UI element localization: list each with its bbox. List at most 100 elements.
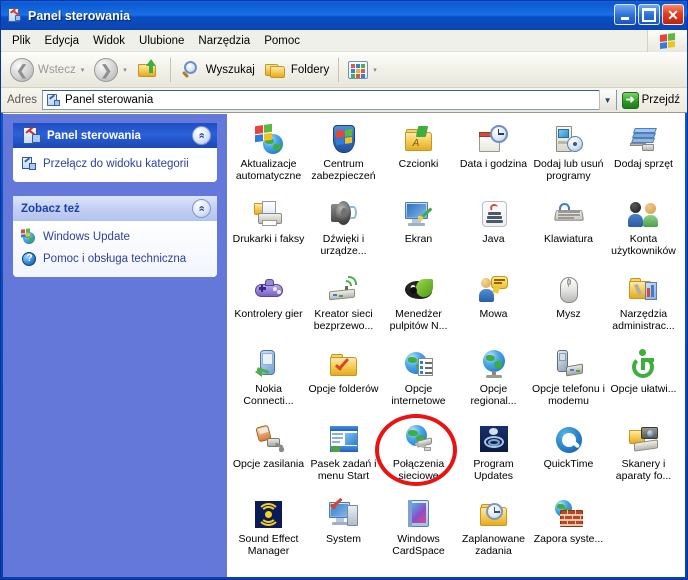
cp-item-security-center[interactable]: Centrum zabezpieczeń [306,122,381,197]
printers-faxes-icon [253,199,285,231]
views-dropdown-icon[interactable]: ▾ [373,66,377,74]
cp-item-user-accounts[interactable]: Konta użytkowników [606,197,681,272]
window-body: Panel sterowania Przełącz do widoku kate… [3,113,685,577]
sidebar-panel-title-2: Zobacz też [21,202,80,215]
cp-item-automatic-updates[interactable]: Aktualizacje automatyczne [231,122,306,197]
cp-item-mouse[interactable]: Mysz [531,272,606,347]
cp-item-system[interactable]: System [306,497,381,572]
forward-button[interactable]: ❯ ▾ [89,55,132,85]
cp-item-date-time[interactable]: Data i godzina [456,122,531,197]
user-accounts-icon [627,199,660,231]
cp-item-wireless-network-wizard[interactable]: Kreator sieci bezprzewo... [306,272,381,347]
cp-item-label: Pasek zadań i menu Start [310,458,377,482]
sidebar-panel-control-panel: Panel sterowania Przełącz do widoku kate… [13,123,217,182]
cp-item-label: Zaplanowane zadania [461,533,526,557]
cp-item-label: Opcje internetowe [391,383,446,407]
menu-item-help[interactable]: Pomoc [257,33,307,49]
back-button[interactable]: ❮ Wstecz ▾ [5,55,89,85]
cp-item-label: Skanery i aparaty fo... [615,458,672,482]
cp-item-taskbar-start-menu[interactable]: Pasek zadań i menu Start [306,422,381,497]
views-button[interactable]: ▾ [343,55,382,85]
forward-dropdown-icon[interactable]: ▾ [123,66,127,74]
phone-modem-icon [553,349,585,381]
back-arrow-icon: ❮ [10,57,34,82]
cp-item-keyboard[interactable]: Klawiatura [531,197,606,272]
cp-item-network-connections[interactable]: Połączenia sieciowe [381,422,456,497]
cp-item-scanners-cameras[interactable]: Skanery i aparaty fo... [606,422,681,497]
cp-item-label: Nokia Connecti... [243,383,294,407]
cp-item-label: Klawiatura [543,233,594,245]
cp-item-label: Opcje ułatwi... [610,383,677,395]
cp-item-folder-options[interactable]: Opcje folderów [306,347,381,422]
cp-item-sound-effect-manager[interactable]: Sound Effect Manager [231,497,306,572]
cp-item-display[interactable]: Ekran [381,197,456,272]
cp-item-sounds-audio[interactable]: Dźwięki i urządze... [306,197,381,272]
scheduled-tasks-icon [478,499,510,531]
menu-item-edit[interactable]: Edycja [38,33,87,49]
back-dropdown-icon[interactable]: ▾ [81,66,85,74]
cp-item-label: Opcje folderów [308,383,379,395]
sidebar-link-help-support[interactable]: ? Pomoc i obsługa techniczna [21,248,209,270]
security-center-icon [328,124,360,156]
sidebar-panel-header-2: Zobacz też [13,196,217,221]
cp-item-windows-firewall[interactable]: Zapora syste... [531,497,606,572]
folders-label: Foldery [290,63,330,76]
cp-item-game-controllers[interactable]: Kontrolery gier [231,272,306,347]
folders-button[interactable]: Foldery [260,55,334,85]
up-folder-icon [137,58,161,81]
cp-item-label: Kontrolery gier [234,308,303,320]
address-value: Panel sterowania [65,94,154,106]
menu-item-favorites[interactable]: Ulubione [132,33,191,49]
cp-item-add-remove-programs[interactable]: Dodaj lub usuń programy [531,122,606,197]
power-options-icon [253,424,285,456]
cp-item-quicktime[interactable]: QuickTime [531,422,606,497]
cp-item-scheduled-tasks[interactable]: Zaplanowane zadania [456,497,531,572]
maximize-button[interactable] [638,4,660,25]
close-button[interactable]: ✕ [662,4,684,25]
network-connections-icon [403,424,435,456]
speech-icon [478,274,510,306]
sidebar: Panel sterowania Przełącz do widoku kate… [3,114,227,577]
taskbar-start-menu-icon [328,424,360,456]
cp-item-windows-cardspace[interactable]: Windows CardSpace [381,497,456,572]
cp-item-internet-options[interactable]: Opcje internetowe [381,347,456,422]
sidebar-link-windows-update[interactable]: Windows Update [21,226,209,248]
cp-item-label: Aktualizacje automatyczne [235,158,302,182]
chevron-up-icon[interactable] [192,126,211,145]
cp-item-program-updates[interactable]: Program Updates [456,422,531,497]
automatic-updates-icon [253,123,285,156]
menu-item-file[interactable]: Plik [5,33,38,49]
control-panel-icon [6,7,23,24]
sidebar-link-category-view[interactable]: Przełącz do widoku kategorii [21,153,209,175]
menu-item-tools[interactable]: Narzędzia [191,33,257,49]
up-button[interactable] [132,55,166,85]
cp-item-power-options[interactable]: Opcje zasilania [231,422,306,497]
cp-item-speech[interactable]: Mowa [456,272,531,347]
cp-item-administrative-tools[interactable]: Narzędzia administrac... [606,272,681,347]
cp-item-printers-faxes[interactable]: Drukarki i faksy [231,197,306,272]
control-panel-window: Panel sterowania ✕ Plik Edycja Widok Ulu… [0,0,688,580]
folders-icon [264,59,287,81]
sounds-audio-icon [328,199,360,231]
cp-item-nokia-connectivity[interactable]: Nokia Connecti... [231,347,306,422]
cp-item-add-hardware[interactable]: Dodaj sprzęt [606,122,681,197]
chevron-up-icon-2[interactable] [192,199,211,218]
cp-item-label: Dźwięki i urządze... [320,233,367,257]
windows-flag-icon [647,30,687,52]
window-controls: ✕ [614,4,684,25]
cp-item-regional-options[interactable]: Opcje regional... [456,347,531,422]
menu-item-view[interactable]: Widok [86,33,132,49]
administrative-tools-icon [628,274,660,306]
address-input[interactable]: Panel sterowania ▼ [42,90,617,110]
cp-item-label: Data i godzina [459,158,528,170]
search-button[interactable]: Wyszukaj [175,55,260,85]
go-button[interactable]: ➜ Przejdź [617,89,685,111]
minimize-button[interactable] [614,4,636,25]
cp-item-phone-modem[interactable]: Opcje telefonu i modemu [531,347,606,422]
cp-item-nvidia-desktop-manager[interactable]: Menedżer pulpitów N... [381,272,456,347]
regional-options-icon [478,349,510,381]
cp-item-fonts[interactable]: A Czcionki [381,122,456,197]
cp-item-java[interactable]: Java [456,197,531,272]
address-dropdown-button[interactable]: ▼ [598,90,616,110]
cp-item-accessibility-options[interactable]: Opcje ułatwi... [606,347,681,422]
